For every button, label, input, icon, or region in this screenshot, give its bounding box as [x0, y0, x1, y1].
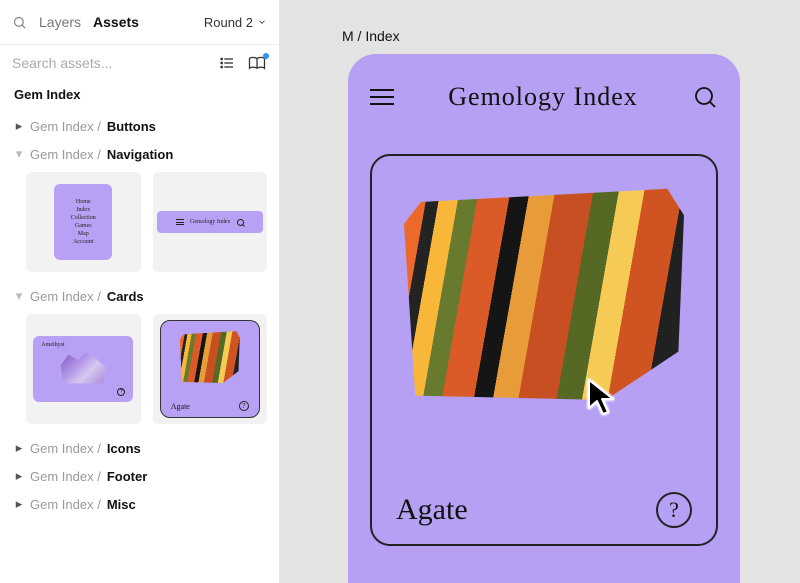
section-cards[interactable]: ▾ Gem Index / Cards — [12, 282, 267, 310]
app-top-bar: Gemology Index — [370, 82, 718, 112]
help-icon: ? — [239, 401, 249, 411]
round-selector[interactable]: Round 2 — [204, 15, 267, 30]
section-prefix: Gem Index / — [30, 147, 101, 162]
section-name: Buttons — [107, 119, 156, 134]
section-buttons[interactable]: ▸ Gem Index / Buttons — [12, 112, 267, 140]
round-selector-label: Round 2 — [204, 15, 253, 30]
search-icon[interactable] — [12, 15, 27, 30]
design-canvas[interactable]: M / Index Gemology Index Agate ? — [280, 0, 800, 583]
section-prefix: Gem Index / — [30, 119, 101, 134]
search-icon[interactable] — [692, 84, 718, 110]
card-label: Amethyst — [41, 342, 64, 348]
amethyst-image — [58, 351, 108, 387]
nav-menu-preview: Home Index Collection Games Map Account — [54, 184, 112, 260]
section-icons[interactable]: ▸ Gem Index / Icons — [12, 434, 267, 462]
section-prefix: Gem Index / — [30, 289, 101, 304]
section-prefix: Gem Index / — [30, 469, 101, 484]
section-name: Navigation — [107, 147, 173, 162]
caret-right-icon: ▸ — [14, 440, 24, 456]
nav-bar-title: Gemology Index — [190, 219, 231, 225]
asset-card-amethyst[interactable]: Amethyst ? — [26, 314, 141, 424]
asset-search-input[interactable] — [12, 55, 207, 71]
hamburger-icon — [176, 219, 184, 225]
list-view-icon[interactable] — [217, 53, 237, 73]
asset-search-row — [0, 45, 279, 81]
notification-dot — [263, 53, 269, 59]
section-name: Footer — [107, 469, 147, 484]
caret-right-icon: ▸ — [14, 118, 24, 134]
assets-panel: Layers Assets Round 2 Gem Index ▸ Gem In… — [0, 0, 280, 583]
section-name: Icons — [107, 441, 141, 456]
app-title: Gemology Index — [412, 82, 674, 112]
agate-image — [404, 180, 684, 400]
section-footer[interactable]: ▸ Gem Index / Footer — [12, 462, 267, 490]
gem-card[interactable]: Agate ? — [370, 154, 718, 546]
nav-menu-item: Home — [76, 199, 91, 205]
section-navigation[interactable]: ▾ Gem Index / Navigation — [12, 140, 267, 168]
nav-menu-item: Account — [73, 239, 93, 245]
card-amethyst-preview: Amethyst ? — [33, 336, 133, 402]
navigation-thumbs: Home Index Collection Games Map Account … — [26, 172, 267, 272]
gem-name: Agate — [396, 493, 468, 527]
nav-menu-item: Index — [76, 207, 90, 213]
card-agate-preview: Agate ? — [160, 320, 260, 418]
caret-right-icon: ▸ — [14, 496, 24, 512]
card-footer: Agate ? — [390, 492, 698, 532]
tab-assets[interactable]: Assets — [93, 14, 139, 30]
search-icon — [237, 219, 244, 226]
library-book-icon[interactable] — [247, 53, 267, 73]
section-misc[interactable]: ▸ Gem Index / Misc — [12, 490, 267, 518]
caret-down-icon: ▾ — [14, 146, 24, 162]
library-title: Gem Index — [14, 87, 267, 102]
card-label: Agate — [171, 402, 190, 411]
device-frame[interactable]: Gemology Index Agate ? — [348, 54, 740, 583]
chevron-down-icon — [257, 17, 267, 27]
assets-scroll[interactable]: Gem Index ▸ Gem Index / Buttons ▾ Gem In… — [0, 81, 279, 583]
frame-label[interactable]: M / Index — [342, 28, 400, 44]
caret-down-icon: ▾ — [14, 288, 24, 304]
nav-bar-preview: Gemology Index — [157, 211, 263, 233]
section-prefix: Gem Index / — [30, 441, 101, 456]
nav-menu-item: Collection — [71, 215, 96, 221]
asset-card-agate[interactable]: Agate ? — [153, 314, 268, 424]
help-button[interactable]: ? — [656, 492, 692, 528]
asset-nav-bar[interactable]: Gemology Index — [153, 172, 268, 272]
agate-image — [180, 329, 240, 383]
asset-nav-menu[interactable]: Home Index Collection Games Map Account — [26, 172, 141, 272]
section-name: Misc — [107, 497, 136, 512]
panel-tabs: Layers Assets Round 2 — [0, 0, 279, 44]
cards-thumbs: Amethyst ? Agate ? — [26, 314, 267, 424]
hamburger-icon[interactable] — [370, 89, 394, 105]
caret-right-icon: ▸ — [14, 468, 24, 484]
nav-menu-item: Map — [78, 231, 89, 237]
nav-menu-item: Games — [75, 223, 92, 229]
help-icon: ? — [117, 388, 125, 396]
section-name: Cards — [107, 289, 144, 304]
tab-layers[interactable]: Layers — [39, 14, 81, 30]
section-prefix: Gem Index / — [30, 497, 101, 512]
